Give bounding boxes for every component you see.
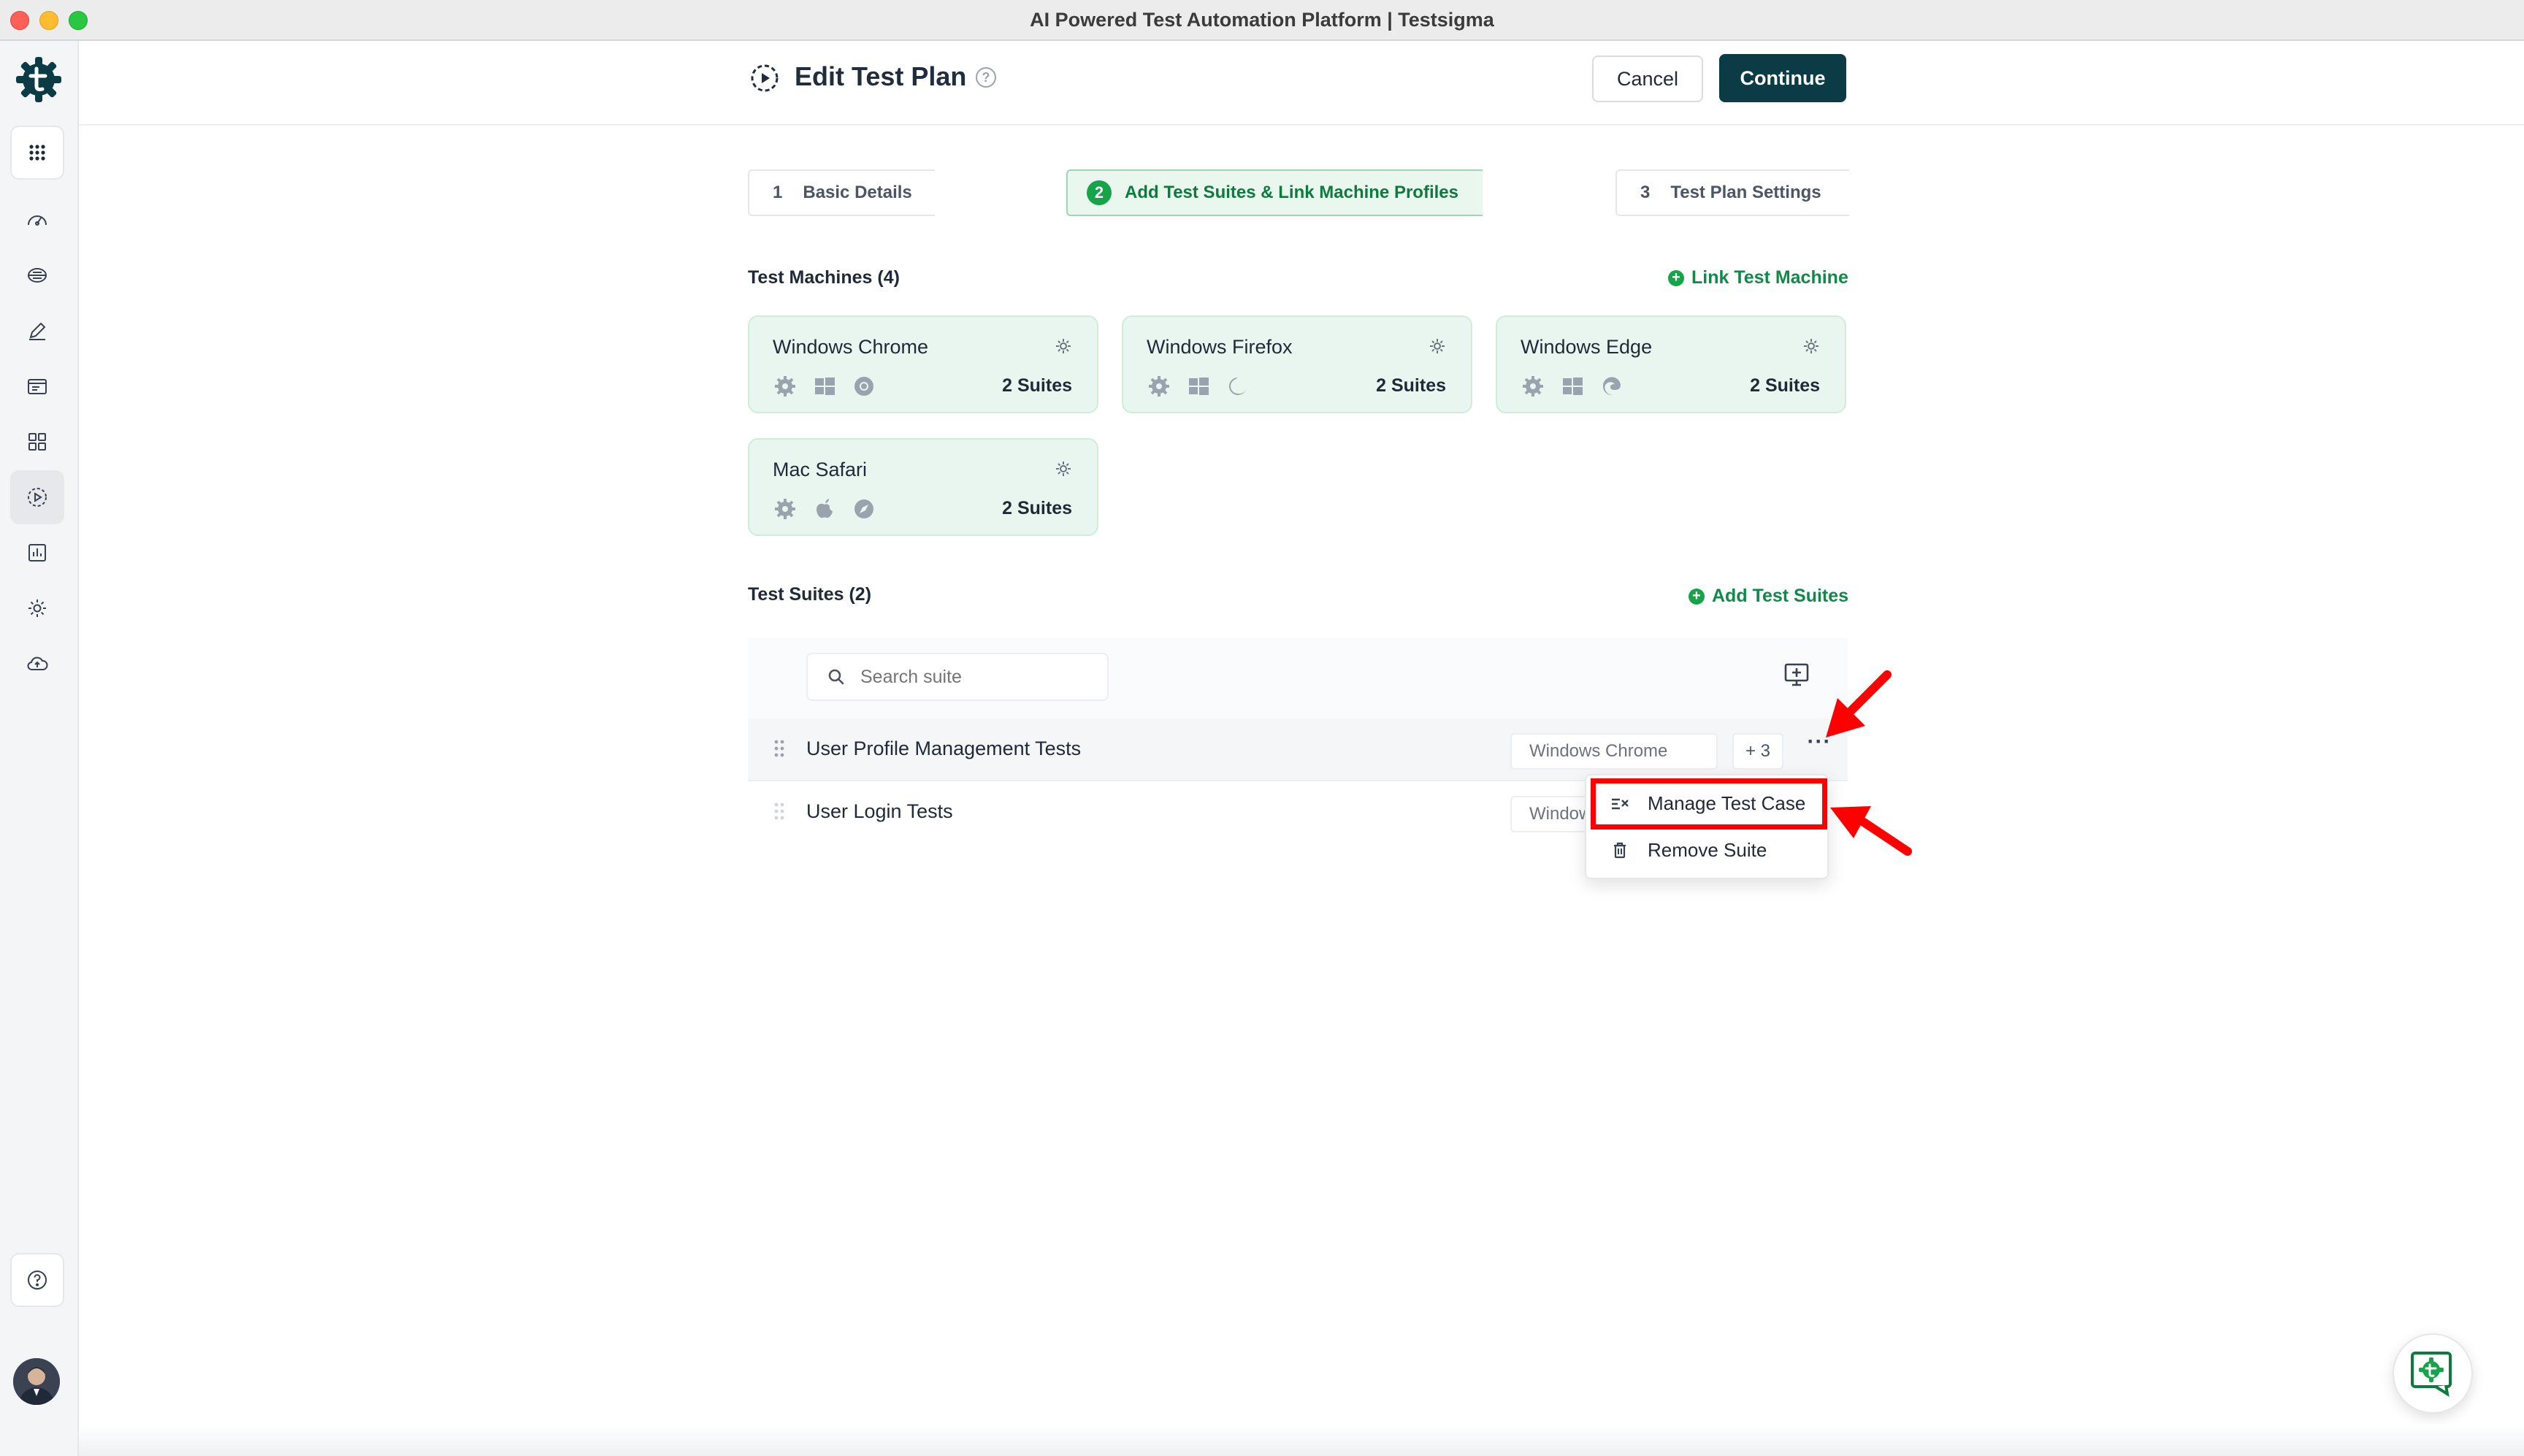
menu-item-remove-suite[interactable]: Remove Suite xyxy=(1586,828,1830,872)
annotation-arrow-icon xyxy=(1826,670,1892,737)
assistant-chat-button[interactable] xyxy=(2393,1333,2473,1414)
link-test-machine-label: Link Test Machine xyxy=(1691,267,1848,288)
suite-count: 2 Suites xyxy=(1750,375,1820,396)
left-nav-rail xyxy=(0,41,79,1456)
machine-capabilities xyxy=(773,374,876,399)
machine-settings-icon[interactable] xyxy=(1429,337,1446,355)
machine-name: Windows Edge xyxy=(1521,336,1653,358)
machine-card[interactable]: Mac Safari 2 Suites xyxy=(748,438,1098,536)
step-test-plan-settings[interactable]: 3 Test Plan Settings xyxy=(1615,169,1868,216)
step-label: Basic Details xyxy=(803,183,912,202)
windows-icon xyxy=(1563,378,1583,395)
machine-settings-icon[interactable] xyxy=(1055,460,1072,478)
drag-handle-icon[interactable] xyxy=(773,737,786,759)
edit-icon[interactable] xyxy=(10,304,64,358)
linked-machine-chip[interactable]: Windows Chrome xyxy=(1510,733,1718,770)
test-plan-icon xyxy=(751,64,779,92)
step-label: Add Test Suites & Link Machine Profiles xyxy=(1125,183,1458,202)
machine-card[interactable]: Windows Chrome 2 Suites xyxy=(748,315,1098,413)
window-titlebar: AI Powered Test Automation Platform | Te… xyxy=(0,0,2524,41)
plus-circle-icon: + xyxy=(1689,588,1705,605)
step-basic-details[interactable]: 1 Basic Details xyxy=(748,169,954,216)
table-row[interactable]: User Profile Management Tests Windows Ch… xyxy=(748,719,1848,781)
link-test-machine-button[interactable]: + Link Test Machine xyxy=(1668,267,1848,288)
machine-capabilities xyxy=(1147,374,1250,399)
bottom-edge xyxy=(79,1424,2524,1456)
help-icon[interactable] xyxy=(10,1253,64,1307)
search-suite-input[interactable] xyxy=(860,666,1079,688)
machine-card[interactable]: Windows Edge 2 Suites xyxy=(1496,315,1846,413)
machine-name: Windows Chrome xyxy=(773,336,929,358)
cloud-upload-icon[interactable] xyxy=(10,637,64,691)
suite-count: 2 Suites xyxy=(1376,375,1446,396)
agent-gear-icon xyxy=(775,376,795,396)
test-machines-heading: Test Machines (4) xyxy=(748,267,900,288)
firefox-icon xyxy=(1229,378,1247,395)
menu-item-label: Remove Suite xyxy=(1648,838,1767,861)
machine-settings-icon[interactable] xyxy=(1802,337,1820,355)
machine-card[interactable]: Windows Firefox 2 Suites xyxy=(1122,315,1472,413)
machine-capabilities xyxy=(1521,374,1624,399)
suite-count: 2 Suites xyxy=(1002,375,1072,396)
more-machines-chip[interactable]: + 3 xyxy=(1732,733,1783,770)
elements-icon[interactable] xyxy=(10,415,64,469)
test-suites-icon[interactable] xyxy=(10,359,64,413)
settings-icon[interactable] xyxy=(10,581,64,635)
testsigma-logo-icon[interactable] xyxy=(13,54,64,105)
machine-capabilities xyxy=(773,497,876,521)
step-add-test-suites[interactable]: 2 Add Test Suites & Link Machine Profile… xyxy=(1066,169,1502,216)
step-number: 1 xyxy=(773,183,783,202)
test-plans-icon[interactable] xyxy=(10,470,64,524)
page-header: Edit Test Plan ? Cancel Continue xyxy=(79,41,2524,126)
page-title: Edit Test Plan xyxy=(795,61,967,91)
agent-gear-icon xyxy=(1149,376,1169,396)
user-avatar[interactable] xyxy=(13,1358,60,1405)
search-icon xyxy=(828,669,844,685)
trash-icon xyxy=(1614,842,1626,859)
reports-icon[interactable] xyxy=(10,526,64,580)
suite-name[interactable]: User Login Tests xyxy=(806,800,953,823)
assistant-chat-icon xyxy=(2411,1352,2452,1397)
cancel-button[interactable]: Cancel xyxy=(1592,55,1703,102)
apple-icon xyxy=(817,499,833,518)
step-number: 3 xyxy=(1640,183,1651,202)
suite-name[interactable]: User Profile Management Tests xyxy=(806,737,1081,760)
continue-button[interactable]: Continue xyxy=(1719,54,1846,102)
search-suite-box[interactable] xyxy=(806,653,1109,701)
window-title: AI Powered Test Automation Platform | Te… xyxy=(1030,9,1494,31)
column-settings-icon[interactable] xyxy=(1782,660,1811,689)
test-suites-heading: Test Suites (2) xyxy=(748,584,872,605)
step-number: 2 xyxy=(1087,180,1112,205)
machine-name: Mac Safari xyxy=(773,459,868,480)
dashboard-icon[interactable] xyxy=(10,193,64,247)
machine-settings-icon[interactable] xyxy=(1055,337,1072,355)
agent-gear-icon xyxy=(775,499,795,519)
agent-gear-icon xyxy=(1523,376,1543,396)
apps-grid-icon[interactable] xyxy=(10,126,64,180)
safari-icon xyxy=(854,499,873,518)
annotation-arrow-icon xyxy=(1830,806,1912,856)
suite-count: 2 Suites xyxy=(1002,498,1072,518)
suites-toolbar xyxy=(748,638,1848,719)
edge-icon xyxy=(1602,377,1621,396)
windows-icon xyxy=(1189,378,1209,395)
add-test-suites-label: Add Test Suites xyxy=(1712,586,1849,606)
annotation-highlight-box xyxy=(1591,778,1827,829)
title-help-icon[interactable]: ? xyxy=(976,67,996,88)
chrome-icon xyxy=(854,377,873,396)
drag-handle-icon[interactable] xyxy=(773,800,786,822)
plus-circle-icon: + xyxy=(1668,269,1684,286)
machine-name: Windows Firefox xyxy=(1147,336,1293,358)
test-development-icon[interactable] xyxy=(10,248,64,302)
step-label: Test Plan Settings xyxy=(1670,183,1821,202)
add-test-suites-button[interactable]: + Add Test Suites xyxy=(1689,586,1848,607)
windows-icon xyxy=(815,378,835,395)
